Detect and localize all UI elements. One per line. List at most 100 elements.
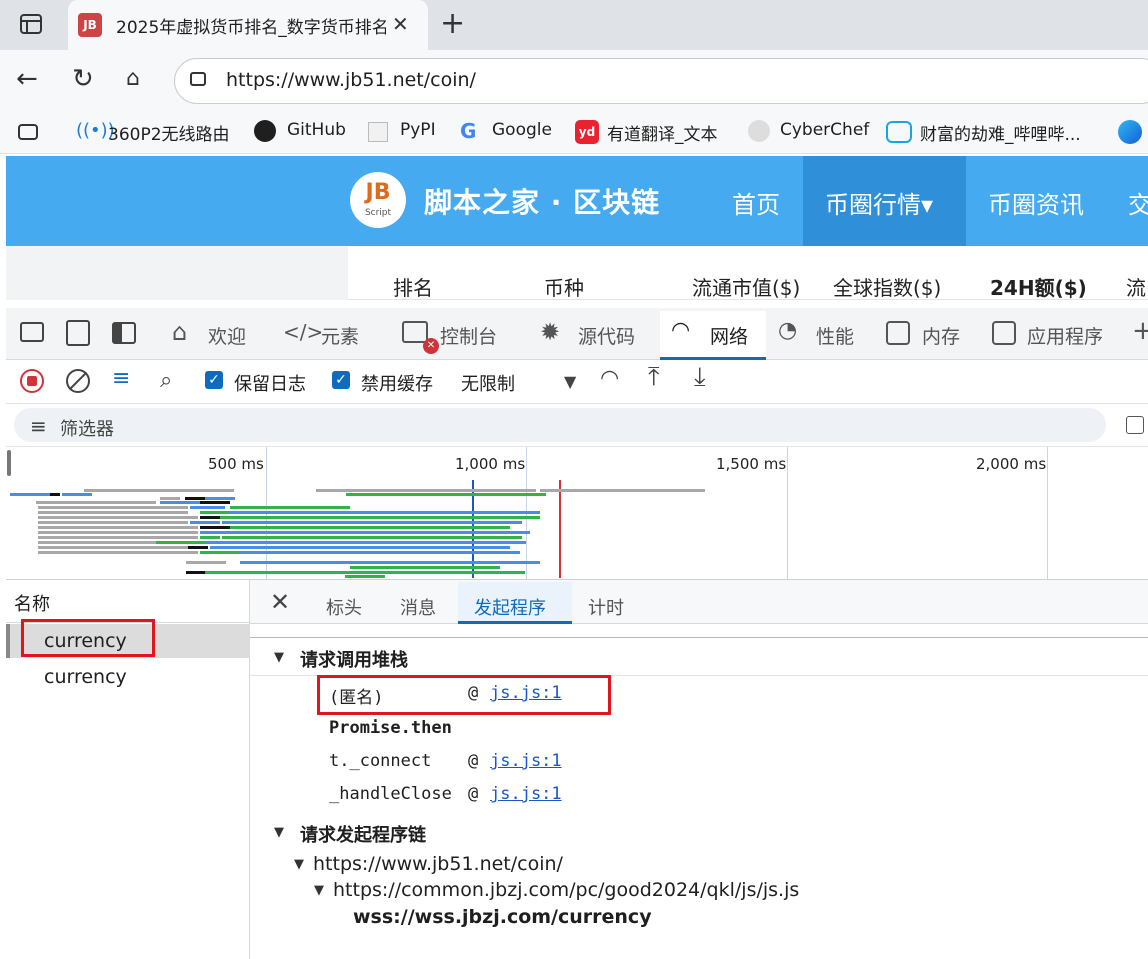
site-nav-more[interactable]: 交 (1128, 185, 1148, 220)
grid-line (1047, 447, 1048, 579)
tab-sources[interactable]: 源代码 (578, 322, 635, 349)
collapse-triangle-icon[interactable]: ▼ (274, 825, 284, 840)
back-icon[interactable]: ← (16, 64, 38, 94)
tab-elements[interactable]: 元素 (321, 322, 359, 349)
call-stack-title[interactable]: 请求调用堆栈 (300, 646, 408, 672)
preserve-log-checkbox[interactable]: ✓ (205, 371, 223, 389)
new-tab-icon[interactable]: + (440, 6, 465, 41)
waterfall-bar (240, 561, 540, 564)
waterfall-bar (190, 506, 225, 509)
search-icon[interactable]: ⌕ (160, 368, 172, 393)
waterfall-bar (38, 546, 188, 549)
request-name[interactable]: currency (44, 666, 127, 688)
stack-link[interactable]: js.js:1 (490, 784, 562, 804)
network-conditions-icon[interactable]: ◠ (600, 366, 619, 391)
names-header[interactable]: 名称 (14, 590, 50, 616)
waterfall-bar (38, 521, 188, 524)
site-nav-market[interactable]: 币圈行情▾ (825, 185, 933, 220)
tab-memory[interactable]: 内存 (922, 322, 960, 349)
site-logo[interactable]: JB Script (350, 172, 406, 228)
tab-console[interactable]: 控制台 (440, 322, 497, 349)
bookmark-github[interactable]: GitHub (287, 120, 346, 140)
reading-list-icon[interactable] (18, 124, 38, 140)
lock-icon[interactable] (190, 72, 206, 86)
waterfall-bar (230, 526, 510, 529)
waterfall-bar (200, 526, 230, 529)
import-har-icon[interactable]: ⤒ (648, 362, 660, 393)
waterfall-bar (50, 493, 60, 496)
export-har-icon[interactable]: ⤓ (694, 362, 706, 393)
close-icon[interactable]: ✕ (270, 588, 290, 616)
site-brand[interactable]: 脚本之家 · 区块链 (424, 181, 660, 221)
dock-icon[interactable] (112, 322, 136, 344)
home-icon[interactable]: ⌂ (126, 66, 140, 91)
stack-link[interactable]: js.js:1 (490, 751, 562, 771)
col-24h: 24H额($) (990, 276, 1087, 300)
tab-headers[interactable]: 标头 (326, 594, 362, 620)
tab-actions-icon[interactable] (20, 14, 42, 34)
bookmark-bilibili[interactable]: 财富的劫难_哔哩哔... (920, 120, 1081, 145)
chevron-down-icon[interactable]: ▼ (564, 372, 576, 391)
network-controls (6, 360, 1148, 404)
tick-500: 500 ms (208, 455, 264, 473)
filter-placeholder: 筛选器 (60, 419, 114, 440)
inspect-icon[interactable] (20, 322, 44, 342)
url-text[interactable]: https://www.jb51.net/coin/ (226, 69, 476, 91)
stack-fn: _handleClose (329, 784, 452, 804)
initiator-page[interactable]: https://www.jb51.net/coin/ (313, 853, 563, 875)
grid-line (787, 447, 788, 579)
tab-welcome[interactable]: 欢迎 (208, 322, 246, 349)
waterfall-bar (540, 489, 705, 492)
bookmark-google[interactable]: Google (492, 120, 552, 140)
device-icon[interactable] (66, 320, 90, 346)
waterfall-bar (38, 511, 188, 514)
cyberchef-icon (748, 120, 770, 142)
initiator-websocket[interactable]: wss://wss.jbzj.com/currency (353, 906, 652, 928)
initiator-chain-title[interactable]: 请求发起程序链 (300, 821, 426, 847)
reload-icon[interactable]: ↻ (72, 64, 94, 94)
collapse-triangle-icon[interactable]: ▼ (294, 857, 304, 872)
collapse-triangle-icon[interactable]: ▼ (274, 650, 284, 665)
disable-cache-checkbox[interactable]: ✓ (332, 371, 350, 389)
collapse-triangle-icon[interactable]: ▼ (314, 883, 324, 898)
col-market-cap: 流通市值($) (692, 276, 801, 300)
waterfall-bar (222, 521, 522, 524)
tab-messages[interactable]: 消息 (400, 594, 436, 620)
waterfall-bar (230, 506, 350, 509)
record-icon[interactable] (20, 369, 44, 393)
detail-tabbar (250, 580, 1148, 624)
clear-icon[interactable] (66, 369, 90, 393)
waterfall-bar (345, 575, 385, 578)
filter-settings-icon[interactable]: ≡ (112, 366, 130, 391)
waterfall-bar (200, 536, 220, 539)
overview-drag-handle[interactable] (7, 450, 11, 476)
bookmark-cyberchef[interactable]: CyberChef (780, 120, 869, 140)
tab-close-icon[interactable]: ✕ (392, 12, 409, 36)
tab-timing[interactable]: 计时 (588, 594, 624, 620)
tab-network[interactable]: 网络 (710, 322, 748, 349)
filter-input[interactable] (14, 408, 1106, 442)
throttle-select[interactable]: 无限制 (461, 370, 515, 396)
invert-checkbox[interactable] (1126, 416, 1144, 434)
waterfall-bar (200, 531, 240, 534)
site-nav-news[interactable]: 币圈资讯 (988, 185, 1084, 220)
tab-performance[interactable]: 性能 (816, 322, 854, 349)
initiator-script[interactable]: https://common.jbzj.com/pc/good2024/qkl/… (333, 879, 799, 901)
more-tabs-icon[interactable]: + (1132, 316, 1148, 346)
github-icon (254, 120, 276, 142)
welcome-icon: ⌂ (172, 318, 188, 346)
waterfall-bar (185, 497, 205, 500)
waterfall-bar (190, 521, 220, 524)
waterfall-bar (38, 536, 198, 539)
tab-initiator[interactable]: 发起程序 (474, 594, 546, 620)
waterfall-bar (36, 501, 156, 504)
tab-application[interactable]: 应用程序 (1027, 322, 1103, 349)
waterfall-bar (316, 489, 536, 492)
google-icon: G (460, 119, 477, 143)
waterfall-bar (205, 571, 525, 574)
bookmark-youdao[interactable]: 有道翻译_文本 (607, 120, 718, 145)
stack-at: @ (468, 784, 479, 804)
bookmark-360p2[interactable]: 360P2无线路由 (108, 120, 230, 145)
site-nav-home[interactable]: 首页 (732, 185, 780, 220)
bookmark-pypi[interactable]: PyPI (400, 120, 436, 140)
